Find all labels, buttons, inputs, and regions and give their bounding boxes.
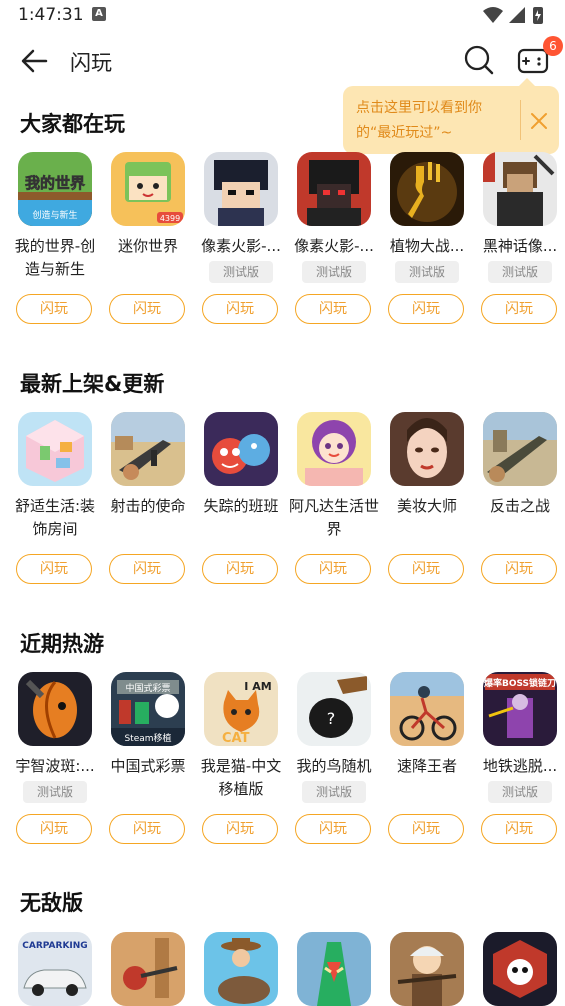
game-name: 我的世界-创造与新生 [14,237,96,278]
game-name: 宇智波斑:... [15,757,95,775]
old-man-icon[interactable] [390,932,464,1006]
svg-text:4399: 4399 [160,214,180,223]
play-button[interactable]: 闪玩 [109,814,185,844]
downhill-bike-icon[interactable] [390,672,464,746]
section-title: 近期热游 [20,632,104,656]
beta-tag: 测试版 [23,781,87,803]
play-button[interactable]: 闪玩 [295,554,371,584]
tooltip-divider [520,100,521,140]
wifi-icon [483,7,503,23]
play-button[interactable]: 闪玩 [202,294,278,324]
beta-tag: 测试版 [209,261,273,283]
beta-tag: 测试版 [302,781,366,803]
svg-text:CARPARKING: CARPARKING [22,941,87,951]
svg-text:创造与新生: 创造与新生 [32,209,77,221]
game-name: 地铁逃脱... [482,757,558,775]
game-name: 阿凡达生活世界 [288,497,379,538]
beta-tag: 测试版 [395,261,459,283]
panda-cube-icon[interactable] [483,932,557,1006]
shooter-city-icon[interactable] [111,932,185,1006]
bird-random-icon[interactable]: ? [297,672,371,746]
game-name: 中国式彩票 [110,757,186,775]
play-button[interactable]: 闪玩 [295,294,371,324]
play-button[interactable]: 闪玩 [109,294,185,324]
game-name: 像素火影-... [201,237,281,255]
sand-worm-icon[interactable] [297,932,371,1006]
svg-text:爆率BOSS锁链刀: 爆率BOSS锁链刀 [484,677,556,689]
game-name: 美妆大师 [396,497,457,515]
tooltip-text: 点击这里可以看到你的“最近玩过”~ [356,100,482,141]
pixel-naruto-red-icon[interactable] [297,152,371,226]
play-button[interactable]: 闪玩 [16,814,92,844]
game-name: 射击的使命 [110,497,186,515]
svg-text:I AM: I AM [244,680,271,693]
play-button[interactable]: 闪玩 [109,554,185,584]
game-name: 我是猫-中文移植版 [200,757,282,798]
game-name: 反击之战 [489,497,550,515]
minecraft-icon[interactable]: 我的世界 创造与新生 [18,152,92,226]
status-bar: 1:47:31 A [0,0,565,30]
makeup-icon[interactable] [390,412,464,486]
cowboy-rodeo-icon[interactable] [204,932,278,1006]
app-header: 闪玩 [0,30,565,92]
lottery-steam-icon[interactable]: 中国式彩票 Steam移植 [111,672,185,746]
play-button[interactable]: 闪玩 [202,554,278,584]
notification-badge: 6 [543,36,563,56]
svg-text:我的世界: 我的世界 [25,174,85,192]
play-button[interactable]: 闪玩 [295,814,371,844]
recent-played-tooltip: 点击这里可以看到你的“最近玩过”~ [343,78,559,154]
section-title: 大家都在玩 [20,112,125,136]
system-icons [483,7,543,24]
avatar-girl-icon[interactable] [297,412,371,486]
obito-mask-icon[interactable] [18,672,92,746]
rifle-desert-icon[interactable] [111,412,185,486]
pixel-monkey-icon[interactable] [483,152,557,226]
mini-world-icon[interactable]: 4399 [111,152,185,226]
play-button[interactable]: 闪玩 [16,554,92,584]
notification-a-icon: A [92,7,106,21]
game-name: 像素火影-... [294,237,374,255]
svg-text:Steam移植: Steam移植 [124,732,171,744]
game-name: 速降王者 [396,757,457,775]
play-button[interactable]: 闪玩 [388,814,464,844]
pixel-naruto-icon[interactable] [204,152,278,226]
play-button[interactable]: 闪玩 [481,554,557,584]
play-button[interactable]: 闪玩 [388,294,464,324]
section-title: 最新上架&更新 [20,372,165,396]
svg-text:?: ? [327,709,336,728]
beta-tag: 测试版 [302,261,366,283]
status-time: 1:47:31 [18,5,84,25]
car-parking-icon[interactable]: CARPARKING [18,932,92,1006]
game-name: 我的鸟随机 [296,757,372,775]
rifle-battle-icon[interactable] [483,412,557,486]
game-name: 迷你世界 [117,237,178,255]
game-name: 失踪的班班 [203,497,279,515]
game-name: 舒适生活:装饰房间 [14,497,96,538]
play-button[interactable]: 闪玩 [202,814,278,844]
back-arrow-icon[interactable] [18,44,52,78]
page-title: 闪玩 [70,51,112,75]
i-am-cat-icon[interactable]: I AM CAT [204,672,278,746]
beta-tag: 测试版 [488,781,552,803]
close-icon[interactable] [529,111,549,131]
banban-icon[interactable] [204,412,278,486]
room-decor-icon[interactable] [18,412,92,486]
signal-icon [509,7,525,23]
game-name: 黑神话像... [482,237,558,255]
game-name: 植物大战... [389,237,465,255]
metro-escape-icon[interactable]: 爆率BOSS锁链刀 [483,672,557,746]
svg-text:CAT: CAT [222,731,250,746]
play-button[interactable]: 闪玩 [481,814,557,844]
section-title: 无敌版 [20,891,83,915]
beta-tag: 测试版 [488,261,552,283]
play-button[interactable]: 闪玩 [481,294,557,324]
plants-fork-icon[interactable] [390,152,464,226]
play-button[interactable]: 闪玩 [388,554,464,584]
play-button[interactable]: 闪玩 [16,294,92,324]
search-icon[interactable] [462,43,496,77]
svg-text:中国式彩票: 中国式彩票 [125,682,170,694]
